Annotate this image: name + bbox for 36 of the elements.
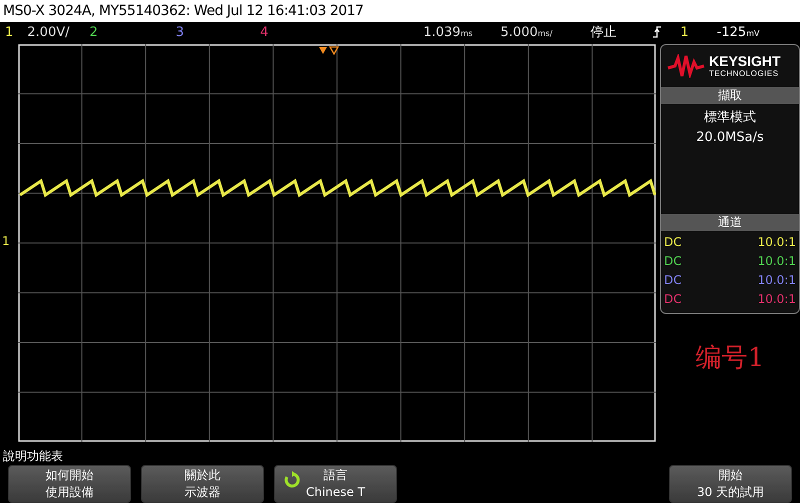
- brand-name: KEYSIGHT: [709, 54, 781, 69]
- softkey[interactable]: 如何開始 使用設備: [8, 465, 131, 503]
- brand-tagline: TECHNOLOGIES: [709, 69, 780, 78]
- probe-ratio: 10.0:1: [758, 234, 796, 251]
- softkey[interactable]: 開始 30 天的試用: [669, 465, 792, 503]
- time-delay: 1.039ms: [423, 24, 473, 40]
- coupling-label: DC: [664, 253, 682, 270]
- trigger-source: 1: [680, 24, 689, 40]
- menu-title: 說明功能表: [2, 448, 64, 465]
- probe-ratio: 10.0:1: [758, 272, 796, 289]
- coupling-label: DC: [664, 234, 682, 251]
- channel-number: 3: [176, 24, 184, 40]
- probe-ratio: 10.0:1: [758, 253, 796, 270]
- trigger-level: -125 mV: [716, 24, 760, 40]
- channel-number: 4: [260, 24, 268, 40]
- channel-scale: 2.00V/: [27, 24, 70, 40]
- window-title: MS0-X 3024A, MY55140362: Wed Jul 12 16:41:03 2017: [0, 0, 800, 22]
- channel-number: 1: [5, 24, 14, 40]
- coupling-label: DC: [664, 291, 682, 308]
- panel-header: 通道: [661, 214, 799, 231]
- acquisition-mode: 標準模式: [703, 109, 757, 127]
- sample-rate: 20.0MSa/s: [695, 129, 765, 147]
- ground-marker: 1: [2, 234, 10, 248]
- wave-logo-icon: [667, 54, 705, 78]
- time-scale: 5.000ms/: [500, 24, 552, 40]
- rising-edge-icon: [652, 25, 662, 39]
- trigger-marker-icon: [318, 46, 340, 55]
- coupling-label: DC: [664, 272, 682, 289]
- run-state: 停止: [590, 24, 616, 41]
- panel-header: 擷取: [661, 87, 799, 104]
- softkey[interactable]: 關於此 示波器: [141, 465, 264, 503]
- softkey[interactable]: 語言 Chinese T: [274, 465, 397, 503]
- annotation-label: 编号1: [694, 342, 766, 375]
- rotate-icon: [283, 471, 301, 489]
- channel-number: 2: [90, 24, 98, 40]
- probe-ratio: 10.0:1: [758, 291, 796, 308]
